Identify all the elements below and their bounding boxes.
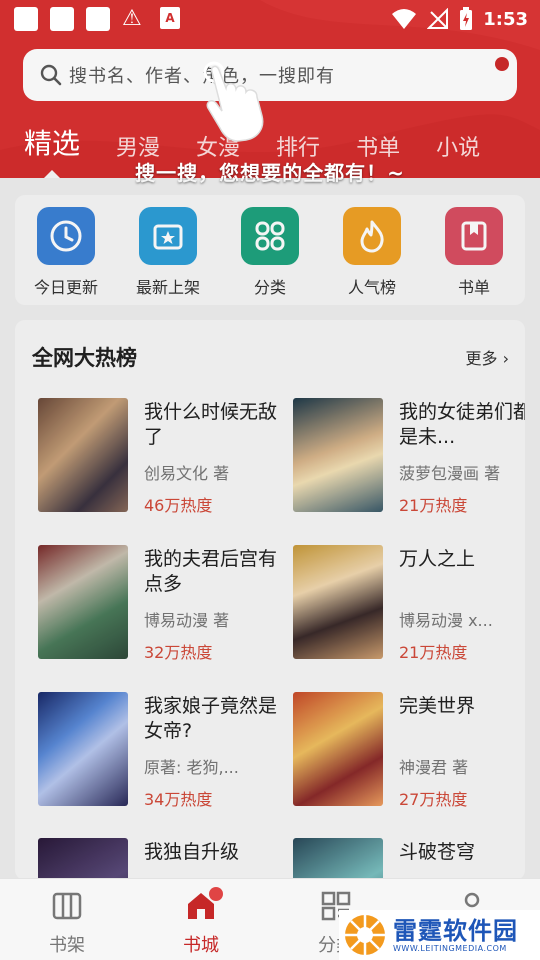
nav-label: 书架 [49, 935, 85, 956]
watermark-name: 雷霆软件园 [393, 916, 518, 945]
bookmark-icon [445, 207, 503, 265]
notification-icon [50, 7, 74, 31]
book-author: 创易文化 著 [144, 464, 230, 483]
grid-icon [241, 207, 299, 265]
book-title: 我的女徒弟们都是未... [399, 401, 525, 448]
nav-bookshelf[interactable]: 书架 [27, 889, 107, 957]
search-badge-dot [495, 57, 509, 71]
book-cover [293, 398, 383, 512]
no-signal-icon [427, 8, 449, 29]
watermark-logo-icon [345, 915, 385, 955]
quick-entry-label: 最新上架 [135, 278, 200, 297]
nav-store[interactable]: 书城 [161, 887, 241, 957]
more-label: 更多 [465, 349, 498, 368]
book-author: 博易动漫 著 [144, 611, 230, 630]
book-author: 博易动漫 x... [399, 611, 493, 630]
search-guide-tip: 搜一搜，您想要的全都有！~ [135, 161, 405, 185]
book-item[interactable]: 我的夫君后宫有点多 博易动漫 著 32万热度 [38, 545, 288, 665]
quick-entry-label: 书单 [457, 278, 490, 297]
book-title: 我什么时候无敌了 [144, 401, 278, 448]
bookshelf-icon [52, 892, 82, 920]
book-author: 原著: 老狗,... [144, 758, 239, 777]
book-item[interactable]: 我什么时候无敌了 创易文化 著 46万热度 [38, 398, 288, 518]
quick-entry-label: 人气榜 [347, 278, 396, 297]
book-item[interactable]: 我独自升级 [38, 838, 288, 880]
book-cover [38, 545, 128, 659]
watermark-url: WWW.LEITINGMEDIA.COM [393, 943, 507, 953]
tap-hand-icon [203, 61, 264, 142]
badge-dot [209, 887, 223, 901]
quick-entry-category[interactable]: 分类 [228, 207, 312, 305]
book-item[interactable]: 我的女徒弟们都是未... 菠萝包漫画 著 21万热度 [293, 398, 525, 518]
book-cover [293, 838, 383, 880]
book-item[interactable]: 斗破苍穹 [293, 838, 525, 880]
book-title: 我家娘子竟然是女帝? [144, 695, 278, 742]
book-cover [38, 838, 128, 880]
book-heat: 27万热度 [399, 790, 468, 809]
book-cover [38, 398, 128, 512]
quick-entry-card: 今日更新 最新上架 分类 人气榜 书单 [15, 195, 525, 305]
search-icon [40, 64, 62, 86]
book-cover [293, 545, 383, 659]
book-cover [293, 692, 383, 806]
clock-icon [37, 207, 95, 265]
book-heat: 32万热度 [144, 643, 213, 662]
chevron-right-icon: › [502, 349, 509, 368]
book-item[interactable]: 我家娘子竟然是女帝? 原著: 老狗,... 34万热度 [38, 692, 288, 812]
section-title: 全网大热榜 [32, 346, 137, 370]
quick-entry-new-arrivals[interactable]: 最新上架 [126, 207, 210, 305]
quick-entry-label: 今日更新 [33, 278, 98, 297]
clock-time: 1:53 [483, 8, 528, 30]
watermark: 雷霆软件园 WWW.LEITINGMEDIA.COM [339, 910, 540, 960]
quick-entry-booklist[interactable]: 书单 [432, 207, 516, 305]
warning-icon: ⚠ [122, 6, 142, 31]
star-box-icon [139, 207, 197, 265]
book-author: 菠萝包漫画 著 [399, 464, 501, 483]
book-item[interactable]: 万人之上 博易动漫 x... 21万热度 [293, 545, 525, 665]
notification-icon [14, 7, 38, 31]
more-link[interactable]: 更多 › [465, 345, 509, 369]
battery-charging-icon [460, 7, 473, 30]
book-heat: 21万热度 [399, 496, 468, 515]
book-heat: 21万热度 [399, 643, 468, 662]
status-bar: ⚠ A 1:53 [0, 0, 540, 38]
book-title: 斗破苍穹 [399, 841, 476, 863]
book-item[interactable]: 完美世界 神漫君 著 27万热度 [293, 692, 525, 812]
book-heat: 34万热度 [144, 790, 213, 809]
book-author: 神漫君 著 [399, 758, 469, 777]
wifi-icon [392, 9, 417, 29]
quick-entry-popularity[interactable]: 人气榜 [330, 207, 414, 305]
quick-entry-label: 分类 [253, 278, 286, 297]
nav-label: 书城 [183, 935, 219, 956]
book-title: 我独自升级 [144, 841, 240, 863]
book-title: 万人之上 [399, 548, 476, 570]
a-badge-icon: A [160, 7, 180, 29]
quick-entry-today-update[interactable]: 今日更新 [24, 207, 108, 305]
flame-icon [343, 207, 401, 265]
book-title: 完美世界 [399, 695, 476, 717]
notification-icon [86, 7, 110, 31]
book-cover [38, 692, 128, 806]
book-heat: 46万热度 [144, 496, 213, 515]
hot-list-card: 全网大热榜 更多 › 我什么时候无敌了 创易文化 著 46万热度 我的女徒弟们都… [15, 320, 525, 880]
book-title: 我的夫君后宫有点多 [144, 548, 278, 595]
